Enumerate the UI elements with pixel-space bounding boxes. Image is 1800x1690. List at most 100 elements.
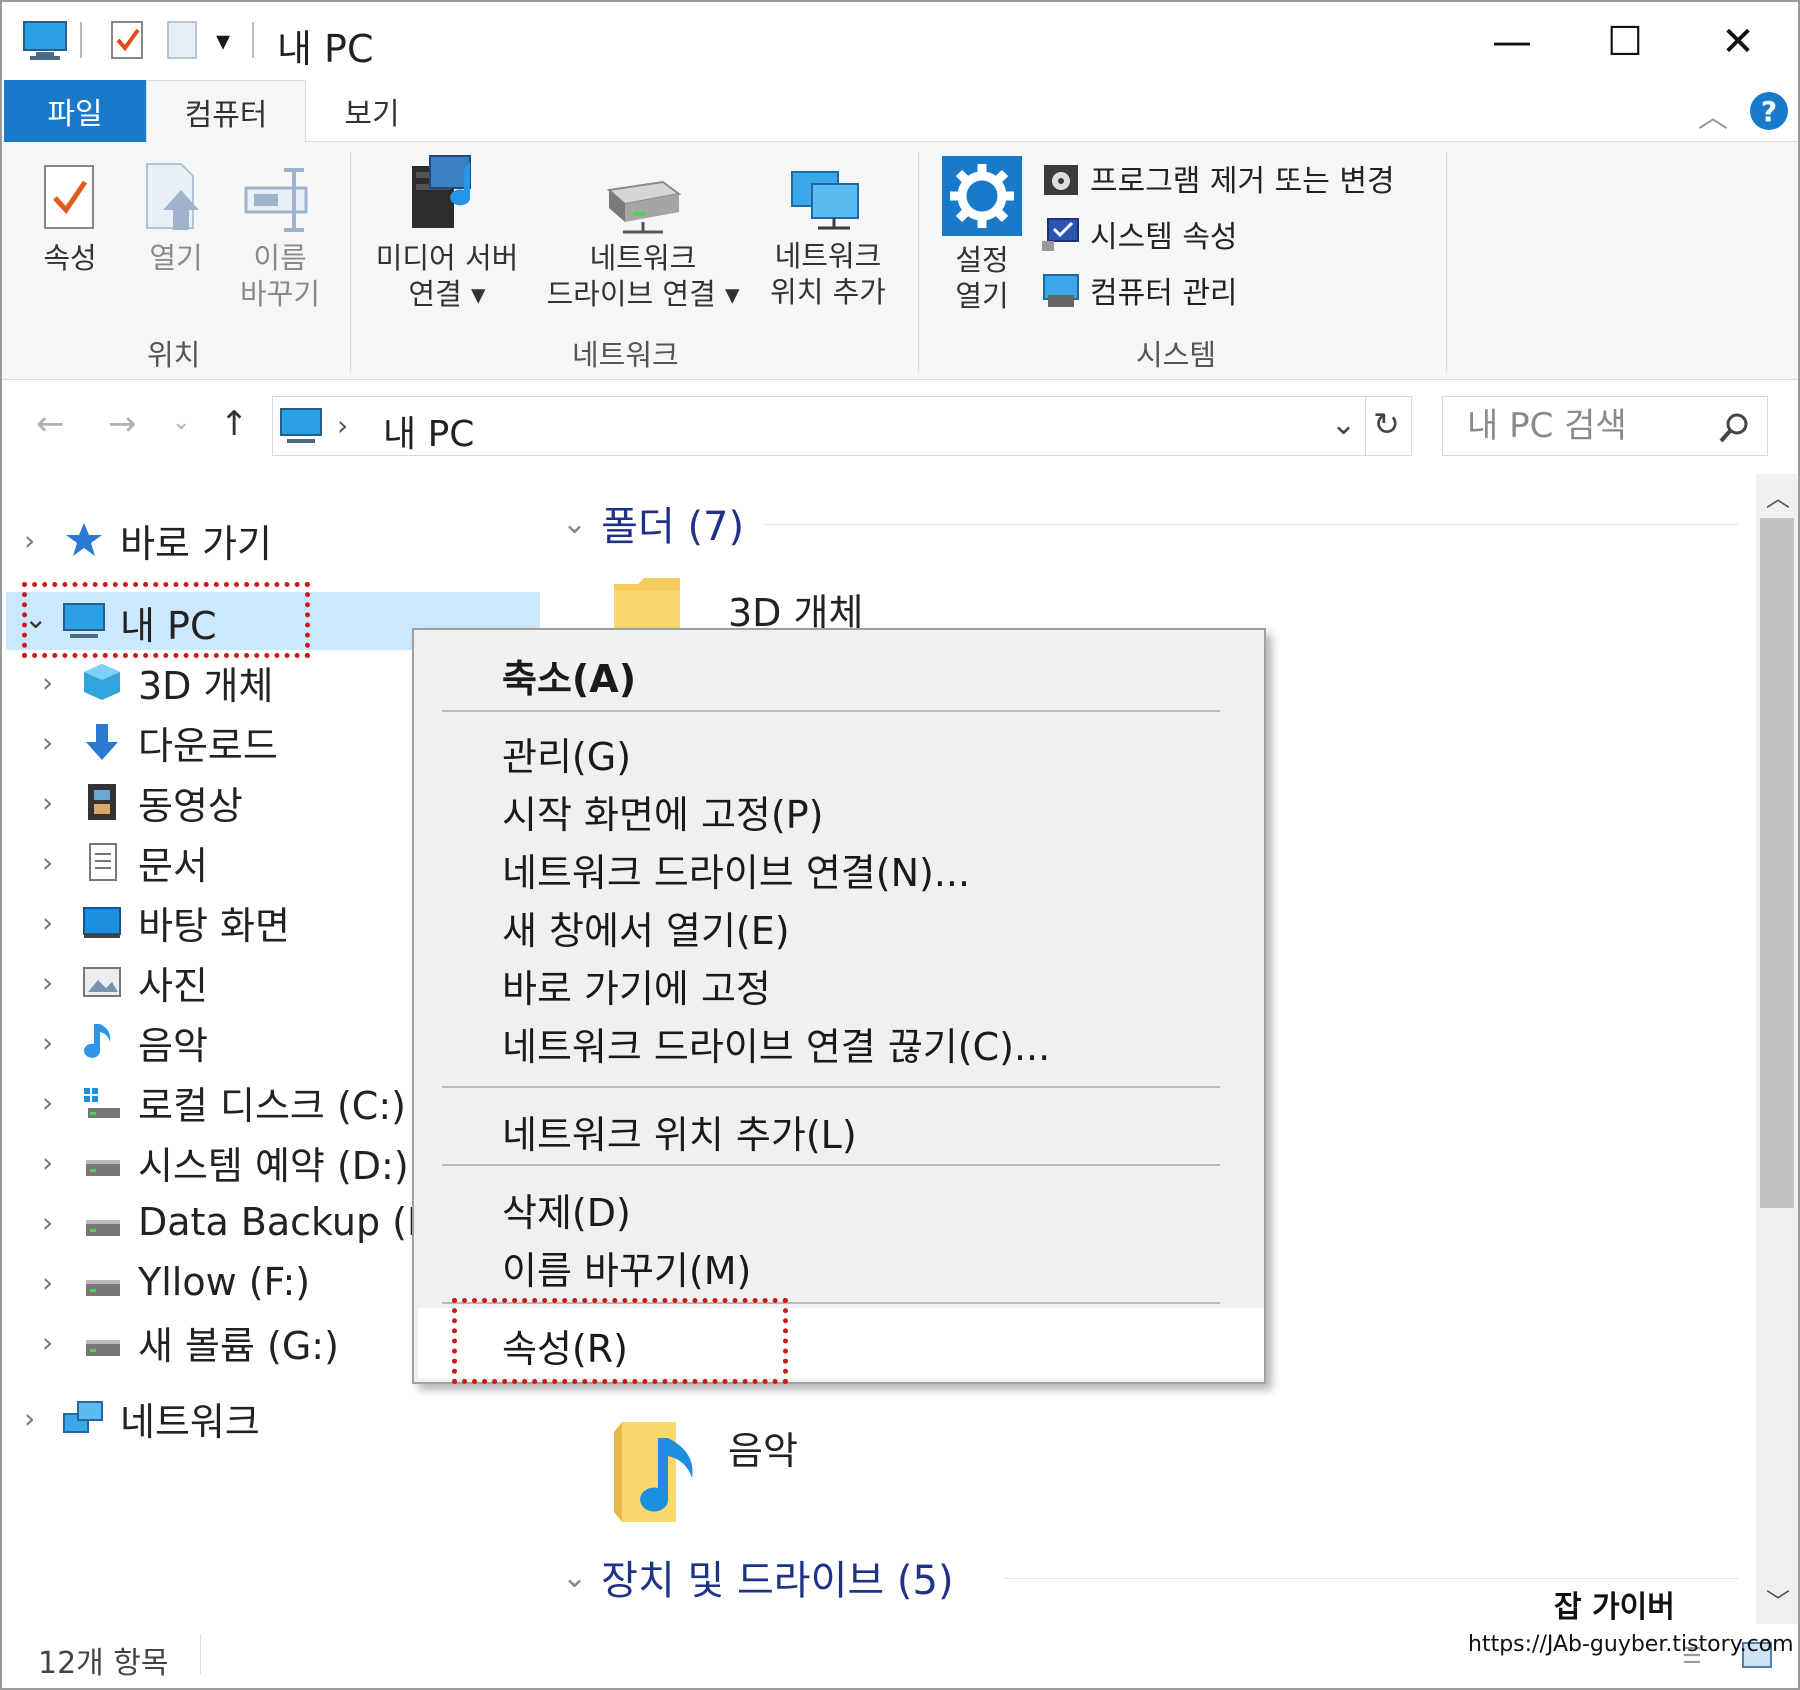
system-properties-button[interactable]: 시스템 속성 [1042,212,1238,256]
expand-chevron-icon[interactable]: › [42,1086,53,1119]
film-strip-icon [80,780,124,824]
uninstall-program-button[interactable]: 프로그램 제거 또는 변경 [1042,156,1395,200]
tree-item-music[interactable]: › 음악 [42,1014,208,1070]
tree-item-drive-e[interactable]: › Data Backup (E:) [42,1194,459,1250]
map-network-drive-button[interactable]: 네트워크 드라이브 연결 ▾ [538,176,748,312]
menu-item-rename[interactable]: 이름 바꾸기(M) [502,1240,751,1295]
tree-label: 사진 [138,963,208,1008]
computer-management-button[interactable]: 컴퓨터 관리 [1042,268,1238,312]
maximize-button[interactable]: ☐ [1585,14,1665,70]
tree-item-videos[interactable]: › 동영상 [42,774,243,830]
expand-chevron-icon[interactable]: › [24,524,35,557]
back-arrow-icon[interactable]: ← [36,404,65,444]
menu-item-pin-start[interactable]: 시작 화면에 고정(P) [502,784,823,839]
ribbon-tabs: 파일 컴퓨터 보기 ︿ ? [2,80,1798,143]
tree-item-documents[interactable]: › 문서 [42,834,208,890]
network-location-icon [791,171,859,230]
tree-item-drive-d[interactable]: › 시스템 예약 (D:) [42,1134,409,1190]
help-icon[interactable]: ? [1750,92,1788,130]
tree-item-quick-access[interactable]: › 바로 가기 [24,512,272,568]
devices-section-header[interactable]: ⌄ 장치 및 드라이브 (5) [562,1548,954,1606]
minimize-button[interactable]: — [1472,14,1552,70]
folders-section-header[interactable]: ⌄ 폴더 (7) [562,494,744,552]
menu-item-delete[interactable]: 삭제(D) [502,1182,631,1237]
expand-chevron-icon[interactable]: › [42,666,53,699]
system-properties-icon [1042,218,1079,251]
tree-label: 동영상 [138,783,243,828]
tree-item-pictures[interactable]: › 사진 [42,954,208,1010]
collapse-ribbon-chevron-icon[interactable]: ︿ [1698,92,1728,136]
tree-item-drive-f[interactable]: › Yllow (F:) [42,1254,310,1310]
up-arrow-icon[interactable]: ↑ [220,404,249,444]
address-bar[interactable]: › 내 PC ⌄ ↻ [272,396,1412,456]
scroll-up-arrow-icon[interactable]: ︿ [1766,478,1790,513]
open-button[interactable]: 열기 [136,160,216,276]
tree-item-downloads[interactable]: › 다운로드 [42,714,278,770]
qa-customize-chevron-icon[interactable]: ▾ [216,24,230,57]
tab-computer[interactable]: 컴퓨터 [146,80,306,143]
recent-locations-chevron-icon[interactable]: ⌄ [172,410,190,435]
section-collapse-chevron-icon[interactable]: ⌄ [562,506,587,541]
search-input[interactable] [1467,403,1707,449]
open-label: 열기 [149,241,203,275]
expand-chevron-icon[interactable]: › [42,906,53,939]
rename-button[interactable]: 이름 바꾸기 [232,160,328,312]
scroll-down-arrow-icon[interactable]: ﹀ [1766,1582,1790,1617]
tab-view[interactable]: 보기 [312,80,432,142]
rename-icon [244,168,308,232]
menu-item-open-new-window[interactable]: 새 창에서 열기(E) [502,900,790,955]
menu-item-map-drive[interactable]: 네트워크 드라이브 연결(N)... [502,842,970,897]
address-dropdown-chevron-icon[interactable]: ⌄ [1331,407,1356,442]
properties-qa-icon[interactable] [110,20,146,66]
tree-item-3d-objects[interactable]: › 3D 개체 [42,654,273,710]
properties-button[interactable]: 속성 [30,160,110,276]
section-divider [1004,1578,1738,1579]
expand-chevron-icon[interactable]: › [42,846,53,879]
tree-item-network[interactable]: › 네트워크 [24,1390,260,1446]
refresh-icon[interactable]: ↻ [1373,405,1400,443]
breadcrumb-separator-icon[interactable]: › [337,409,348,442]
tree-item-desktop[interactable]: › 바탕 화면 [42,894,290,950]
close-button[interactable]: ✕ [1698,14,1778,70]
vertical-scrollbar[interactable]: ︿ ﹀ [1756,474,1798,1624]
hard-drive-icon [80,1140,124,1184]
tree-item-drive-g[interactable]: › 새 볼륨 (G:) [42,1314,339,1370]
media-server-button[interactable]: 미디어 서버 연결 ▾ [362,152,532,312]
menu-item-manage[interactable]: 관리(G) [502,726,631,781]
open-settings-button[interactable]: 설정 열기 [932,156,1032,314]
expand-chevron-icon[interactable]: › [42,966,53,999]
tree-item-drive-c[interactable]: › 로컬 디스크 (C:) [42,1074,406,1130]
expand-chevron-icon[interactable]: › [42,786,53,819]
expand-chevron-icon[interactable]: › [42,726,53,759]
expand-chevron-icon[interactable]: › [24,1402,35,1435]
star-pin-icon [62,518,106,562]
expand-chevron-icon[interactable]: › [42,1326,53,1359]
section-collapse-chevron-icon[interactable]: ⌄ [562,1560,587,1595]
expand-chevron-icon[interactable]: › [42,1026,53,1059]
forward-arrow-icon[interactable]: → [108,404,137,444]
hard-drive-icon [80,1320,124,1364]
menu-item-add-network-location[interactable]: 네트워크 위치 추가(L) [502,1104,857,1159]
menu-item-pin-quick-access[interactable]: 바로 가기에 고정 [502,958,771,1013]
tab-file[interactable]: 파일 [4,80,146,142]
folder-item-music[interactable] [612,1418,712,1532]
tree-label: Data Backup (E:) [138,1200,459,1244]
expand-chevron-icon[interactable]: › [42,1266,53,1299]
file-explorer-window: ▾ 내 PC — ☐ ✕ 파일 컴퓨터 보기 ︿ ? 속성 열기 이름 바꾸기 … [0,0,1800,1690]
scroll-thumb[interactable] [1760,518,1794,1208]
search-icon[interactable] [1717,411,1751,445]
folder-label-music[interactable]: 음악 [728,1420,798,1475]
menu-item-collapse[interactable]: 축소(A) [502,648,636,703]
title-bar: ▾ 내 PC — ☐ ✕ [2,2,1798,80]
settings-gear-icon [942,156,1022,236]
tree-label: Yllow (F:) [138,1260,311,1304]
tree-label: 3D 개체 [138,663,274,708]
qa-divider [80,22,82,58]
address-path[interactable]: 내 PC [383,405,474,457]
menu-item-disconnect-drive[interactable]: 네트워크 드라이브 연결 끊기(C)... [502,1016,1050,1071]
search-box[interactable] [1442,396,1768,456]
expand-chevron-icon[interactable]: › [42,1146,53,1179]
new-folder-qa-icon[interactable] [166,20,200,66]
expand-chevron-icon[interactable]: › [42,1206,53,1239]
add-network-location-button[interactable]: 네트워크 위치 추가 [758,166,898,310]
